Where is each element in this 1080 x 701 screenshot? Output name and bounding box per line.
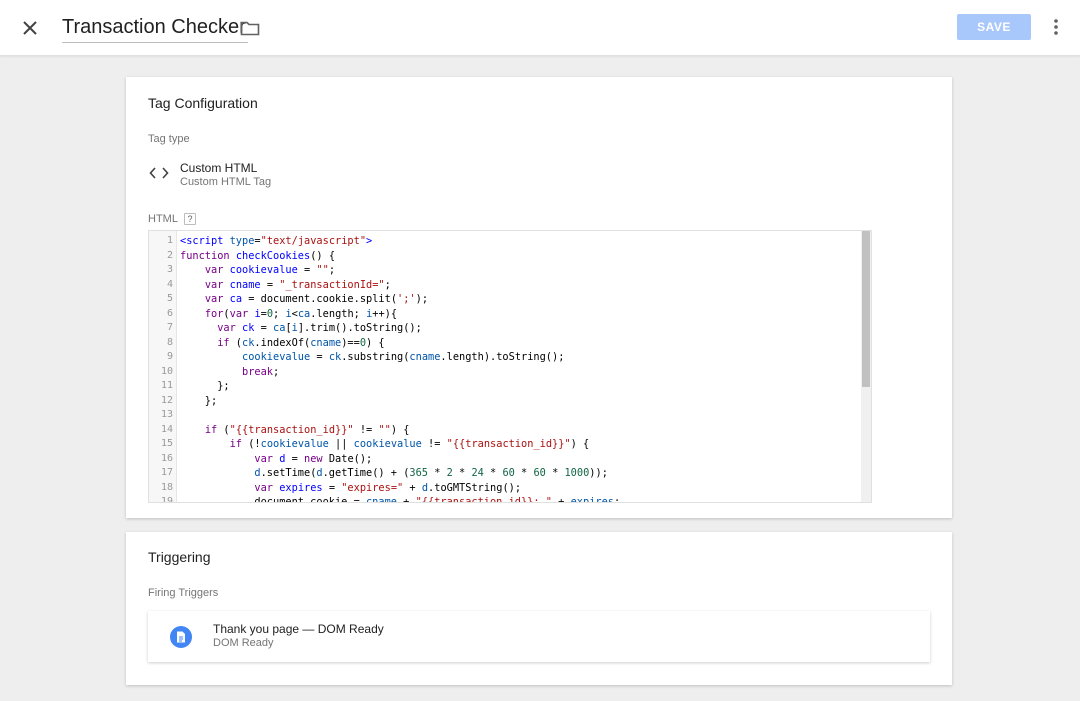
tag-type-name: Custom HTML xyxy=(180,161,258,175)
code-line: 17 d.setTime(d.getTime() + (365 * 2 * 24… xyxy=(149,466,861,481)
close-icon xyxy=(23,21,37,35)
editor-scrollbar-thumb[interactable] xyxy=(862,231,870,387)
page-title[interactable]: Transaction Checker xyxy=(62,16,246,38)
code-line: 2 function checkCookies() { xyxy=(149,249,861,264)
tag-type-subtitle: Custom HTML Tag xyxy=(180,176,272,188)
folder-icon xyxy=(240,21,260,36)
code-line: 6 for(var i=0; i<ca.length; i++){ xyxy=(149,307,861,322)
code-line: 8 if (ck.indexOf(cname)==0) { xyxy=(149,336,861,351)
code-line: 15 if (!cookievalue || cookievalue != "{… xyxy=(149,437,861,452)
code-line: 11 }; xyxy=(149,379,861,394)
line-number: 16 xyxy=(160,452,173,464)
triggering-title: Triggering xyxy=(148,549,211,565)
line-number: 13 xyxy=(160,409,173,420)
tag-name-field[interactable]: Transaction Checker xyxy=(62,14,248,43)
save-button[interactable]: SAVE xyxy=(957,14,1031,40)
trigger-name: Thank you page — DOM Ready xyxy=(213,622,384,636)
html-code-editor[interactable]: 1 <script type="text/javascript"> 2 functi… xyxy=(148,230,872,503)
line-number: 7 xyxy=(166,322,173,333)
code-line: 4 var cname = "_transactionId="; xyxy=(149,278,861,293)
code-line: 18 var expires = "expires=" + d.toGMTStr… xyxy=(149,481,861,496)
tag-type-selector[interactable]: Custom HTML Custom HTML Tag xyxy=(148,159,448,191)
more-vert-icon xyxy=(1054,19,1058,35)
line-number: 12 xyxy=(160,394,173,406)
code-line: 3 var cookievalue = ""; xyxy=(149,263,861,278)
more-options-button[interactable] xyxy=(1046,14,1066,40)
code-line: 12 }; xyxy=(149,394,861,409)
code-line: 13 xyxy=(149,408,861,423)
line-number: 15 xyxy=(160,438,173,449)
line-number: 11 xyxy=(160,380,173,391)
tag-type-label: Tag type xyxy=(148,133,190,145)
code-line: 14 if ("{{transaction_id}}" != "") { xyxy=(149,423,861,438)
html-label-row: HTML ? xyxy=(148,212,196,226)
line-number: 10 xyxy=(160,365,173,377)
firing-triggers-label: Firing Triggers xyxy=(148,587,219,599)
line-number: 18 xyxy=(160,481,173,493)
trigger-item[interactable]: Thank you page — DOM Ready DOM Ready xyxy=(148,611,930,662)
html-label: HTML xyxy=(148,213,178,225)
line-number: 6 xyxy=(166,307,173,319)
line-number: 9 xyxy=(166,351,173,362)
line-number: 17 xyxy=(160,467,173,478)
close-button[interactable] xyxy=(14,12,46,44)
tag-configuration-card[interactable]: Tag Configuration Tag type Custom HTML C… xyxy=(126,77,952,518)
code-line: 19 document.cookie = cname + "{{transact… xyxy=(149,495,861,503)
line-number: 19 xyxy=(160,496,173,503)
code-line: 16 var d = new Date(); xyxy=(149,452,861,467)
line-number: 14 xyxy=(160,423,173,435)
code-line: 1 <script type="text/javascript"> xyxy=(149,234,861,249)
help-icon[interactable]: ? xyxy=(183,213,196,225)
line-number: 5 xyxy=(166,293,173,304)
folder-button[interactable] xyxy=(238,16,262,40)
line-number: 4 xyxy=(166,278,173,290)
trigger-type: DOM Ready xyxy=(213,637,274,649)
code-lines: 1 <script type="text/javascript"> 2 functi… xyxy=(149,234,861,503)
code-line: 5 var ca = document.cookie.split(';'); xyxy=(149,292,861,307)
code-line: 10 break; xyxy=(149,365,861,380)
editor-scrollbar[interactable] xyxy=(861,231,871,502)
code-icon xyxy=(148,165,170,181)
code-line: 9 cookievalue = ck.substring(cname.lengt… xyxy=(149,350,861,365)
line-number: 1 xyxy=(166,235,173,246)
document-icon xyxy=(170,626,192,648)
line-number: 3 xyxy=(166,264,173,275)
code-line: 7 var ck = ca[i].trim().toString(); xyxy=(149,321,861,336)
top-app-bar: Transaction Checker SAVE xyxy=(0,0,1080,56)
triggering-card[interactable]: Triggering Firing Triggers Thank you pag… xyxy=(126,532,952,685)
line-number: 2 xyxy=(166,249,173,261)
line-number: 8 xyxy=(166,336,173,348)
tag-configuration-title: Tag Configuration xyxy=(148,95,258,111)
